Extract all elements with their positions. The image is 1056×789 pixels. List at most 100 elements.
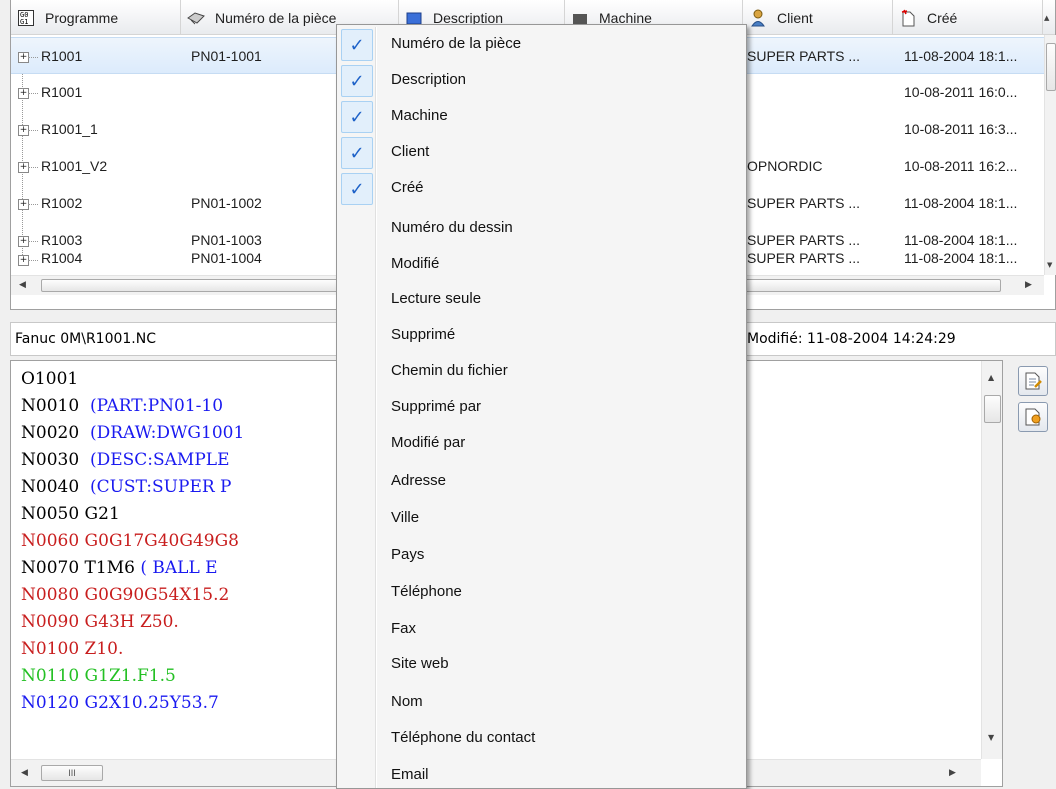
- menu-item-file-path[interactable]: Chemin du fichier: [339, 354, 744, 390]
- menu-item-label: Site web: [391, 655, 449, 672]
- code-line: N0080 G0G90G54X15.2: [21, 585, 230, 605]
- code-line: N0120 G2X10.25Y53.7: [21, 693, 219, 713]
- tree-connector: [28, 93, 38, 94]
- menu-item-label: Supprimé: [391, 326, 456, 343]
- menu-item-label: Lecture seule: [391, 290, 482, 307]
- edit-program-button[interactable]: [1018, 366, 1048, 396]
- menu-item-name[interactable]: Nom: [339, 685, 744, 721]
- scroll-left-icon[interactable]: ◀: [19, 280, 26, 290]
- code-line: N0030 (DESC:SAMPLE: [21, 450, 230, 470]
- cell-program: R1001: [41, 84, 83, 100]
- menu-item-label: Fax: [391, 620, 417, 637]
- check-icon: ✓: [341, 29, 373, 61]
- code-line: N0020 (DRAW:DWG1001: [21, 423, 245, 443]
- menu-item-machine[interactable]: ✓ Machine: [339, 99, 744, 135]
- code-line: N0110 G1Z1.F1.5: [21, 666, 176, 686]
- column-header-programme[interactable]: G0 G1 Programme: [11, 0, 181, 35]
- file-path: Fanuc 0M\R1001.NC: [15, 331, 156, 347]
- menu-item-drawing-number[interactable]: Numéro du dessin: [339, 211, 744, 247]
- column-label: Créé: [927, 9, 958, 26]
- menu-item-label: Adresse: [391, 472, 447, 489]
- edit-document-icon: [1025, 372, 1042, 390]
- part-number-icon: [187, 9, 205, 27]
- tree-connector: [28, 167, 38, 168]
- cell-created: 11-08-2004 18:1...: [904, 195, 1018, 211]
- modified-timestamp: Modifié: 11-08-2004 14:24:29: [747, 331, 956, 347]
- scroll-left-icon[interactable]: ◀: [21, 768, 28, 778]
- cell-client: OPNORDIC: [747, 158, 823, 174]
- tree-connector: [28, 130, 38, 131]
- cell-program: R1001: [41, 48, 83, 64]
- column-header-created[interactable]: Créé: [893, 0, 1043, 35]
- menu-item-client[interactable]: ✓ Client: [339, 135, 744, 171]
- check-icon: ✓: [341, 101, 373, 133]
- menu-item-city[interactable]: Ville: [339, 501, 744, 537]
- column-chooser-menu: ✓ Numéro de la pièce ✓ Description ✓ Machin…: [336, 24, 747, 789]
- menu-item-address[interactable]: Adresse: [339, 464, 744, 500]
- menu-item-label: Téléphone: [391, 583, 462, 600]
- menu-item-phone[interactable]: Téléphone: [339, 575, 744, 611]
- scroll-up-icon: ▲: [1044, 13, 1050, 22]
- menu-item-description[interactable]: ✓ Description: [339, 63, 744, 99]
- column-label: Client: [777, 9, 813, 26]
- check-icon: ✓: [341, 137, 373, 169]
- svg-text:G1: G1: [20, 18, 28, 26]
- cell-created: 10-08-2011 16:0...: [904, 84, 1018, 100]
- header-scroll-up[interactable]: ▲: [1043, 0, 1055, 35]
- menu-item-label: Description: [391, 71, 467, 88]
- scrollbar-thumb[interactable]: [1046, 43, 1056, 91]
- column-header-client[interactable]: Client: [743, 0, 893, 35]
- scroll-right-icon[interactable]: ▶: [1025, 280, 1032, 290]
- menu-item-modified-by[interactable]: Modifié par: [339, 426, 744, 462]
- cell-client: SUPER PARTS ...: [747, 195, 861, 211]
- scroll-down-icon[interactable]: ▼: [988, 733, 994, 742]
- g-code-icon: G0 G1: [17, 9, 35, 27]
- menu-item-deleted[interactable]: Supprimé: [339, 318, 744, 354]
- menu-item-contact-phone[interactable]: Téléphone du contact: [339, 721, 744, 757]
- menu-item-label: Machine: [391, 107, 448, 124]
- menu-item-label: Email: [391, 766, 429, 783]
- scroll-up-icon[interactable]: ▲: [988, 373, 994, 382]
- menu-item-label: Numéro de la pièce: [391, 35, 522, 52]
- check-icon: ✓: [341, 173, 373, 205]
- cell-client: SUPER PARTS ...: [747, 250, 861, 266]
- check-icon: ✓: [341, 65, 373, 97]
- created-icon: [899, 9, 917, 27]
- column-label: Numéro de la pièce: [215, 9, 337, 26]
- menu-item-read-only[interactable]: Lecture seule: [339, 282, 744, 318]
- code-line: N0060 G0G17G40G49G8: [21, 531, 239, 551]
- menu-item-label: Modifié: [391, 255, 440, 272]
- code-line: N0100 Z10.: [21, 639, 124, 659]
- menu-item-label: Nom: [391, 693, 423, 710]
- menu-item-country[interactable]: Pays: [339, 538, 744, 574]
- tree-connector: [28, 204, 38, 205]
- scrollbar-thumb[interactable]: [984, 395, 1001, 423]
- menu-item-part-number[interactable]: ✓ Numéro de la pièce: [339, 27, 744, 63]
- client-icon: [749, 9, 767, 27]
- cell-created: 11-08-2004 18:1...: [904, 250, 1018, 266]
- editor-toolbar: [1010, 360, 1056, 789]
- open-external-button[interactable]: [1018, 402, 1048, 432]
- cell-part: PN01-1004: [191, 250, 262, 266]
- code-vertical-scrollbar[interactable]: ▲ ▼: [981, 361, 1002, 759]
- menu-item-fax[interactable]: Fax: [339, 612, 744, 648]
- menu-item-deleted-by[interactable]: Supprimé par: [339, 390, 744, 426]
- menu-item-created[interactable]: ✓ Créé: [339, 171, 744, 207]
- menu-item-label: Chemin du fichier: [391, 362, 508, 379]
- scroll-right-icon[interactable]: ▶: [949, 768, 956, 778]
- menu-item-email[interactable]: Email: [339, 758, 744, 788]
- grid-vertical-scrollbar[interactable]: ▼: [1044, 35, 1056, 275]
- cell-part: PN01-1002: [191, 195, 262, 211]
- code-line: O1001: [21, 369, 79, 389]
- scrollbar-thumb[interactable]: III: [41, 765, 103, 781]
- menu-item-label: Client: [391, 143, 430, 160]
- menu-item-modified[interactable]: Modifié: [339, 247, 744, 283]
- scroll-down-icon[interactable]: ▼: [1047, 261, 1052, 269]
- code-line: N0090 G43H Z50.: [21, 612, 179, 632]
- cell-created: 10-08-2011 16:2...: [904, 158, 1018, 174]
- code-line: N0050 G21: [21, 504, 120, 524]
- tree-connector: [28, 260, 38, 261]
- code-line: N0010 (PART:PN01-10: [21, 396, 224, 416]
- menu-item-website[interactable]: Site web: [339, 647, 744, 683]
- document-star-icon: [1025, 408, 1041, 426]
